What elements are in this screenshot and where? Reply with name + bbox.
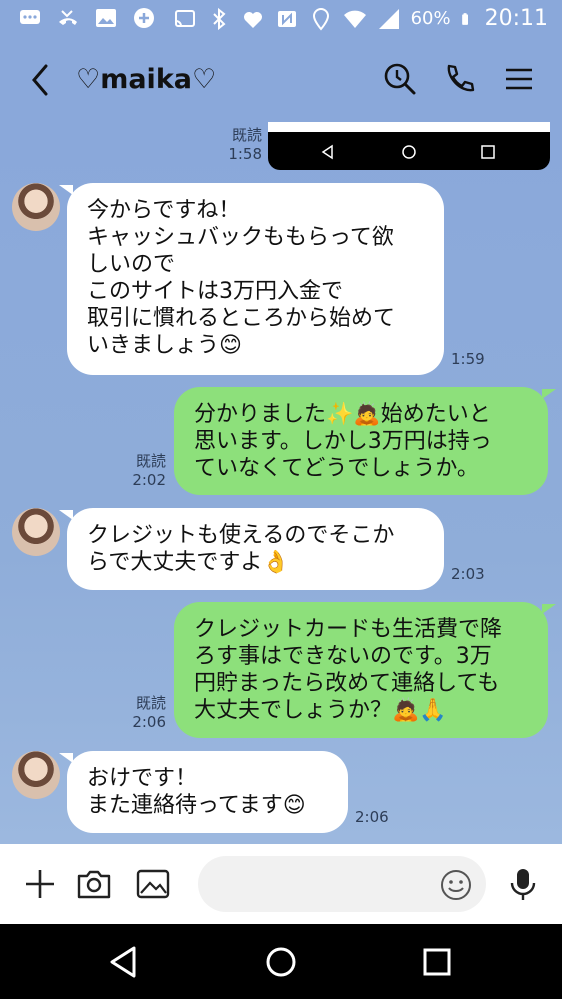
message-icon: [20, 10, 40, 24]
pre-image-meta: 既読 1:58: [222, 126, 262, 164]
message-line: このサイトは3万円入金で: [87, 279, 343, 304]
plus-icon[interactable]: [22, 866, 58, 902]
message-line: 思います。しかし3万円は持っ: [194, 429, 492, 454]
message-time: 2:06: [355, 808, 389, 826]
avatar[interactable]: [12, 183, 60, 231]
message-line: 今からですね！: [87, 198, 241, 223]
read-label: 既読: [135, 694, 166, 712]
message-line: クレジットカードも生活費で降: [194, 617, 503, 642]
bluetooth-icon: [212, 7, 226, 30]
chat-add-icon: [134, 8, 154, 28]
status-system: 60% 20:11: [173, 6, 548, 31]
nav-back-icon[interactable]: [104, 942, 144, 982]
nav-home-icon[interactable]: [261, 942, 301, 982]
outgoing-meta: 既読 2:06: [126, 694, 166, 732]
outgoing-message[interactable]: クレジットカードも生活費で降 ろす事はできないのです。3万 円貯まったら改めて連…: [174, 602, 556, 738]
location-icon: [312, 7, 329, 31]
search-clock-icon[interactable]: [383, 62, 417, 96]
message-line: 分かりました✨🙇始めたいと: [194, 402, 491, 427]
status-notifications: [18, 6, 156, 30]
mic-icon[interactable]: [505, 866, 541, 902]
nav-recents-icon[interactable]: [417, 942, 457, 982]
screenshot-home-icon: [402, 145, 416, 159]
back-icon[interactable]: [26, 62, 56, 98]
screenshot-top-strip: [268, 122, 550, 132]
chat-title: ♡maika♡: [76, 64, 217, 95]
read-label: 既読: [231, 126, 262, 144]
chat-area[interactable]: 既読 1:58 今からですね！ キャッシュバックももらって欲 しいので このサイ…: [0, 122, 562, 844]
message-line: 取引に慣れるところから始めて: [87, 306, 396, 331]
message-input-bar: [0, 844, 562, 924]
message-time: 2:06: [132, 713, 166, 731]
incoming-message[interactable]: おけです！ また連絡待ってます😊: [59, 751, 348, 833]
message-time: 2:03: [451, 565, 485, 583]
heart-shield-icon: [243, 11, 262, 28]
message-line: いきましょう😊: [87, 333, 242, 358]
message-time: 1:59: [451, 350, 485, 368]
outgoing-message[interactable]: 分かりました✨🙇始めたいと 思います。しかし3万円は持っ ていなくてどうでしょう…: [174, 387, 556, 495]
menu-icon[interactable]: [502, 62, 536, 96]
avatar[interactable]: [12, 508, 60, 556]
phone-icon[interactable]: [442, 62, 476, 96]
message-line: らで大丈夫ですよ👌: [87, 550, 290, 575]
gallery-icon: [96, 9, 116, 27]
message-line: 大丈夫でしょうか？🙇🙏: [194, 698, 447, 723]
missed-call-icon: [59, 10, 77, 25]
status-bar: 60% 20:11: [0, 0, 562, 38]
message-line: キャッシュバックももらって欲: [87, 225, 394, 250]
shared-screenshot-image[interactable]: [268, 122, 550, 170]
emoji-icon[interactable]: [439, 868, 473, 902]
screenshot-recents-icon: [481, 145, 495, 159]
message-line: ろす事はできないのです。3万: [194, 644, 492, 669]
cast-icon: [174, 9, 195, 27]
read-label: 既読: [135, 452, 166, 470]
battery-percent: 60%: [410, 8, 451, 29]
system-nav-bar: [0, 924, 562, 999]
message-time: 1:58: [228, 145, 262, 163]
camera-icon[interactable]: [76, 866, 112, 902]
message-line: また連絡待ってます😊: [87, 793, 306, 818]
chat-header: ♡maika♡: [0, 38, 562, 122]
battery-icon: [461, 12, 468, 25]
screenshot-back-icon: [321, 144, 333, 160]
nfc-icon: [277, 10, 296, 27]
incoming-message[interactable]: クレジットも使えるのでそこか らで大丈夫ですよ👌: [59, 508, 444, 590]
image-icon[interactable]: [135, 866, 171, 902]
incoming-message[interactable]: 今からですね！ キャッシュバックももらって欲 しいので このサイトは3万円入金で…: [59, 183, 444, 375]
clock-time: 20:11: [484, 6, 548, 31]
message-line: ていなくてどうでしょうか。: [194, 456, 479, 481]
message-line: クレジットも使えるのでそこか: [87, 523, 395, 548]
message-line: 円貯まったら改めて連絡しても: [194, 671, 500, 696]
outgoing-meta: 既読 2:02: [126, 452, 166, 490]
message-line: おけです！: [87, 766, 198, 791]
message-time: 2:02: [132, 471, 166, 489]
signal-icon: [378, 8, 399, 29]
avatar[interactable]: [12, 751, 60, 799]
wifi-icon: [343, 10, 366, 28]
message-line: しいので: [87, 252, 176, 277]
